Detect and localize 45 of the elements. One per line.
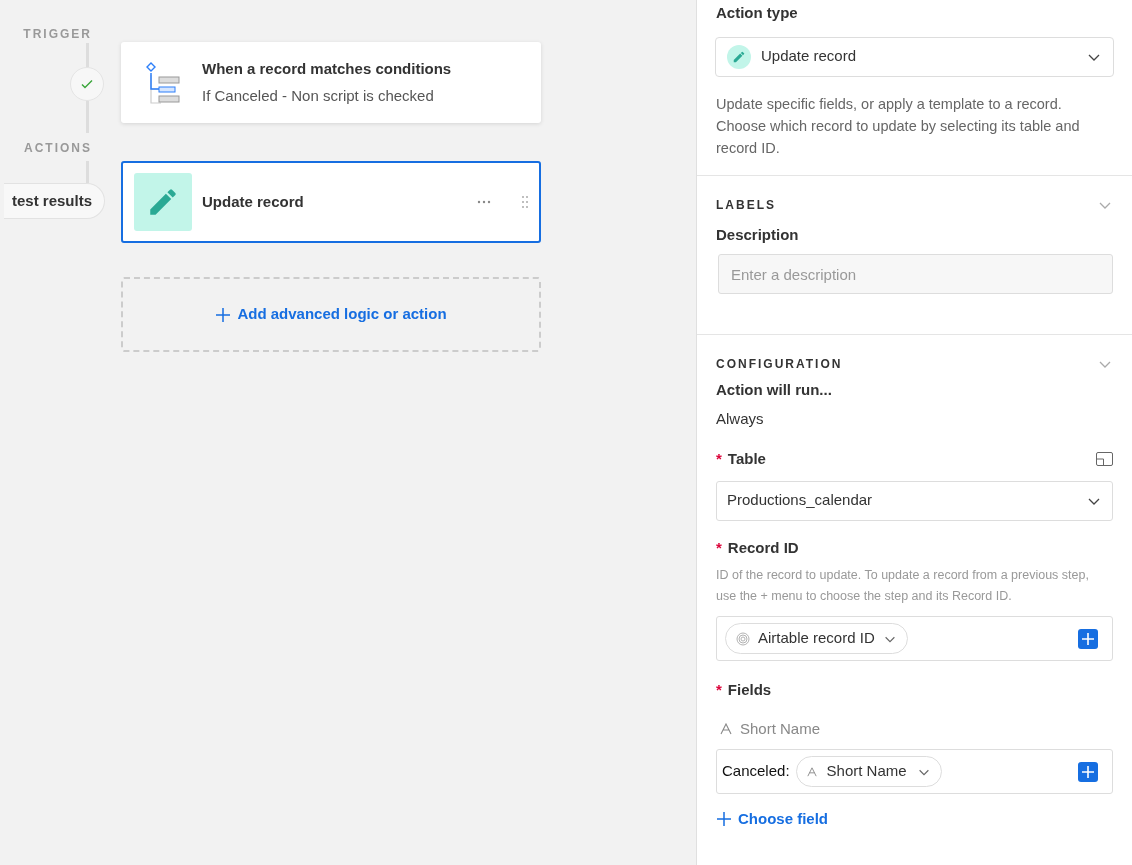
action-type-label: Action type bbox=[716, 3, 799, 23]
text-field-icon bbox=[806, 766, 817, 777]
add-step-button[interactable]: Add advanced logic or action bbox=[121, 277, 541, 352]
text-field-icon bbox=[720, 722, 732, 735]
field-value-input[interactable]: Canceled: Short Name bbox=[716, 749, 1113, 794]
required-asterisk: * bbox=[716, 538, 722, 556]
add-token-button[interactable] bbox=[1078, 761, 1098, 782]
fields-label: * Fields bbox=[716, 680, 773, 700]
fingerprint-icon bbox=[736, 631, 750, 646]
configuration-heading: CONFIGURATION bbox=[716, 356, 843, 373]
action-card[interactable]: Update record bbox=[121, 161, 541, 243]
pencil-icon bbox=[732, 49, 746, 64]
plus-icon bbox=[215, 306, 232, 323]
record-id-input[interactable]: Airtable record ID bbox=[716, 616, 1113, 661]
run-label: Action will run... bbox=[716, 380, 833, 400]
actions-label: ACTIONS bbox=[24, 141, 92, 155]
plus-icon bbox=[1081, 764, 1095, 779]
run-value: Always bbox=[716, 408, 765, 429]
drag-handle-icon[interactable] bbox=[521, 195, 529, 209]
panel-icon[interactable] bbox=[1096, 452, 1113, 467]
field-prefix: Canceled: bbox=[722, 761, 790, 782]
check-icon bbox=[80, 77, 94, 91]
required-asterisk: * bbox=[716, 450, 722, 467]
action-type-select[interactable]: Update record bbox=[715, 36, 1114, 77]
trigger-card[interactable]: When a record matches conditions If Canceled - Non script is checked bbox=[121, 42, 541, 123]
plus-icon bbox=[716, 811, 732, 828]
action-description: Update specific fields, or apply a template to a record. Choose which record to update by selecting its table and record ID. bbox=[716, 94, 1081, 158]
description-label: Description bbox=[716, 224, 800, 245]
trigger-title: When a record matches conditions bbox=[202, 59, 452, 79]
more-icon[interactable] bbox=[477, 200, 491, 204]
add-token-button[interactable] bbox=[1078, 628, 1098, 649]
table-label: * Table bbox=[716, 449, 766, 469]
field-name: Short Name bbox=[740, 718, 821, 739]
action-title: Update record bbox=[202, 191, 305, 212]
plus-icon bbox=[1081, 631, 1095, 646]
trigger-label: TRIGGER bbox=[23, 27, 92, 41]
description-input[interactable]: Enter a description bbox=[718, 254, 1113, 294]
trigger-subtitle: If Canceled - Non script is checked bbox=[202, 85, 435, 106]
test-results-button[interactable]: test results bbox=[3, 183, 105, 219]
labels-heading: LABELS bbox=[716, 196, 776, 214]
record-id-label: * Record ID bbox=[716, 537, 800, 558]
choose-field-button[interactable]: Choose field bbox=[716, 808, 828, 831]
required-asterisk: * bbox=[716, 681, 722, 698]
record-id-help: ID of the record to update. To update a record from a previous step, use the + menu to choose the step and its Record ID. bbox=[716, 567, 1090, 605]
table-select[interactable]: Productions_calendar bbox=[716, 480, 1113, 521]
